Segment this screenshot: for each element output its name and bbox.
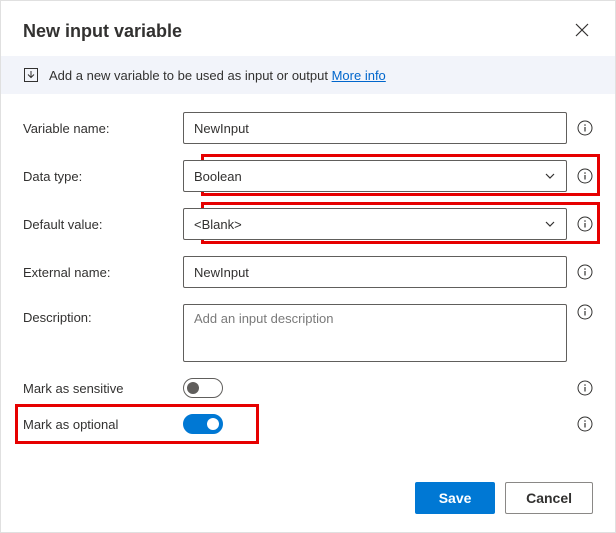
info-icon[interactable]: [577, 168, 593, 184]
toggle-knob: [187, 382, 199, 394]
form-body: Variable name: Data type: Boolean: [1, 94, 615, 468]
close-icon: [575, 25, 589, 40]
data-type-label: Data type:: [23, 169, 183, 184]
mark-optional-label: Mark as optional: [23, 417, 183, 432]
save-button[interactable]: Save: [415, 482, 495, 514]
chevron-down-icon: [544, 170, 556, 182]
data-type-value: Boolean: [194, 169, 242, 184]
mark-sensitive-row: Mark as sensitive: [23, 378, 593, 398]
description-input[interactable]: [183, 304, 567, 362]
cancel-button[interactable]: Cancel: [505, 482, 593, 514]
info-icon[interactable]: [577, 264, 593, 280]
default-value-label: Default value:: [23, 217, 183, 232]
more-info-link[interactable]: More info: [332, 68, 386, 83]
default-value-value: <Blank>: [194, 217, 242, 232]
external-name-row: External name:: [23, 256, 593, 288]
external-name-input[interactable]: [183, 256, 567, 288]
mark-sensitive-toggle[interactable]: [183, 378, 223, 398]
info-text: Add a new variable to be used as input o…: [49, 68, 386, 83]
close-button[interactable]: [571, 19, 593, 44]
mark-sensitive-label: Mark as sensitive: [23, 381, 183, 396]
default-value-select[interactable]: <Blank>: [183, 208, 567, 240]
description-label: Description:: [23, 304, 183, 325]
variable-name-input[interactable]: [183, 112, 567, 144]
mark-optional-row: Mark as optional: [23, 414, 593, 434]
mark-optional-toggle[interactable]: [183, 414, 223, 434]
toggle-knob: [207, 418, 219, 430]
info-bar: Add a new variable to be used as input o…: [1, 56, 615, 94]
description-row: Description:: [23, 304, 593, 362]
external-name-label: External name:: [23, 265, 183, 280]
default-value-row: Default value: <Blank>: [23, 208, 593, 240]
variable-name-row: Variable name:: [23, 112, 593, 144]
input-output-icon: [23, 67, 39, 83]
info-icon[interactable]: [577, 216, 593, 232]
info-icon[interactable]: [577, 120, 593, 136]
data-type-select[interactable]: Boolean: [183, 160, 567, 192]
chevron-down-icon: [544, 218, 556, 230]
info-icon[interactable]: [577, 380, 593, 396]
dialog-footer: Save Cancel: [1, 468, 615, 532]
variable-name-label: Variable name:: [23, 121, 183, 136]
data-type-row: Data type: Boolean: [23, 160, 593, 192]
dialog-title: New input variable: [23, 21, 182, 42]
info-icon[interactable]: [577, 304, 593, 320]
dialog-header: New input variable: [1, 1, 615, 56]
info-icon[interactable]: [577, 416, 593, 432]
new-input-variable-dialog: New input variable Add a new variable to…: [0, 0, 616, 533]
